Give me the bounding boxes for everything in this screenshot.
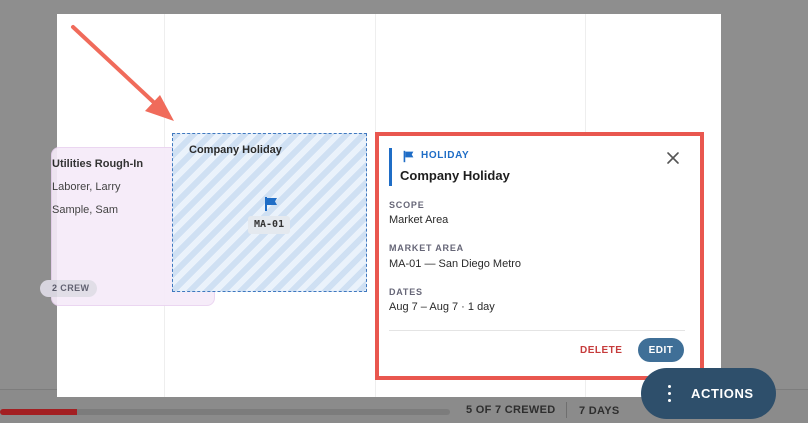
actions-label: ACTIONS [691, 386, 754, 401]
holiday-detail-popover: HOLIDAY Company Holiday SCOPE Market Are… [379, 136, 700, 376]
close-icon[interactable] [665, 150, 681, 166]
days-count: 7 DAYS [579, 405, 620, 417]
event-type-label: HOLIDAY [421, 150, 470, 161]
activity-title: Utilities Rough-In [52, 158, 144, 170]
crew-progress-fill [0, 409, 77, 415]
scope-label: SCOPE [389, 200, 425, 210]
status-divider [566, 402, 567, 418]
edit-button[interactable]: EDIT [638, 338, 684, 362]
holiday-tile[interactable]: Company Holiday MA-01 [172, 133, 367, 292]
dates-label: DATES [389, 287, 423, 297]
crew-count-badge: 2 CREW [40, 280, 98, 297]
crewed-status: 5 OF 7 CREWED [466, 404, 556, 416]
assignee-name: Sample, Sam [52, 204, 119, 216]
more-vertical-icon [668, 385, 672, 402]
actions-button[interactable]: ACTIONS [641, 368, 776, 419]
accent-bar [389, 148, 392, 186]
holiday-tile-title: Company Holiday [189, 144, 282, 156]
assignee-name: Laborer, Larry [52, 181, 121, 193]
scope-value: Market Area [389, 214, 449, 226]
dates-value: Aug 7 – Aug 7 · 1 day [389, 301, 495, 313]
market-area-code: MA-01 [248, 216, 291, 234]
delete-button[interactable]: DELETE [576, 341, 626, 359]
market-area-value: MA-01 — San Diego Metro [389, 258, 522, 270]
flag-icon [265, 197, 277, 211]
popover-title: Company Holiday [400, 168, 510, 183]
flag-icon [403, 150, 414, 163]
market-area-label: MARKET AREA [389, 243, 464, 253]
popover-divider [389, 330, 685, 331]
